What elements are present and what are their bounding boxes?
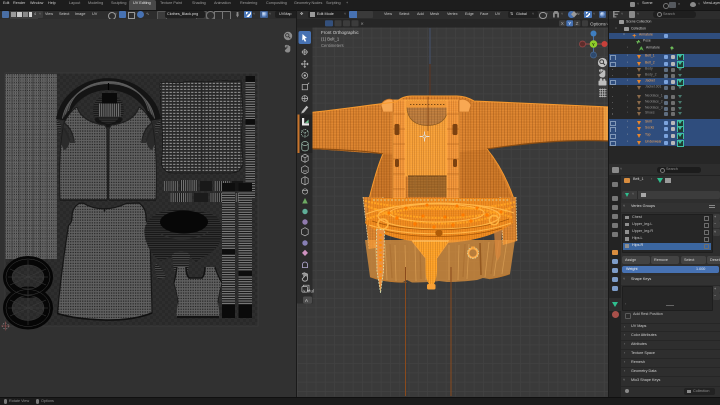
svg-text:Y: Y [592,42,595,47]
svg-text:Z: Z [576,21,579,26]
svg-text:˅ Mul: ˅ Mul [303,289,314,294]
svg-text:(1) Belt_1: (1) Belt_1 [321,37,340,42]
svg-text:X: X [561,21,564,26]
svg-text:Options: Options [590,21,607,26]
svg-text:Y: Y [568,21,571,26]
svg-text:A: A [305,298,308,303]
svg-text:×: × [361,21,364,27]
svg-text:Front Orthographic: Front Orthographic [321,30,360,35]
svg-text:Centimeters: Centimeters [321,43,344,48]
